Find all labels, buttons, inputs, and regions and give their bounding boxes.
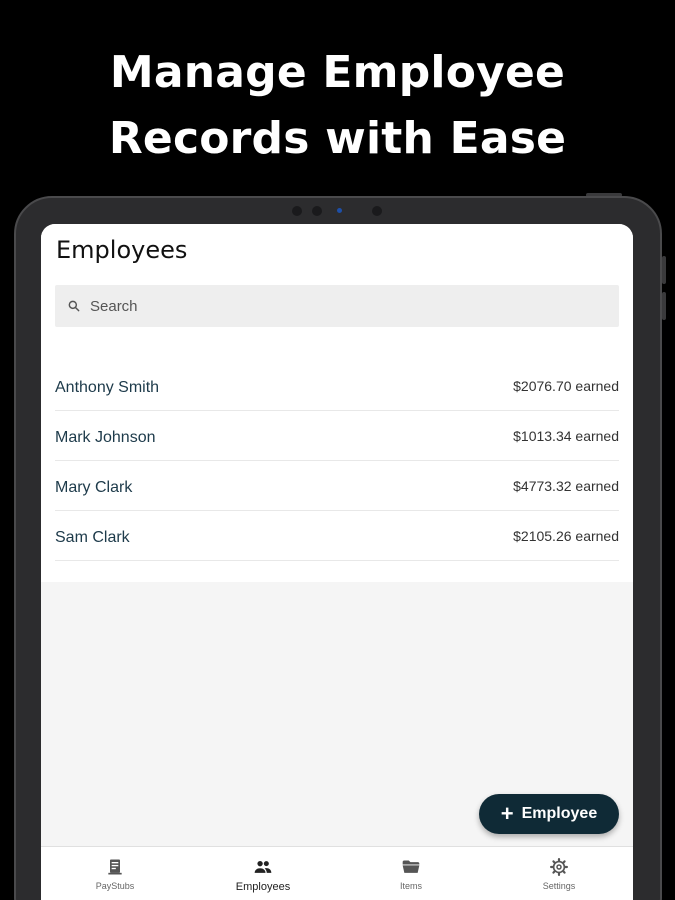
page-title: Employees <box>56 236 188 264</box>
nav-label-employees: Employees <box>235 881 291 893</box>
nav-label-settings: Settings <box>542 881 576 891</box>
bottom-navigation: PayStubs Employees Items Settings <box>41 846 633 900</box>
employee-name: Anthony Smith <box>55 378 160 396</box>
search-input[interactable]: Search <box>55 285 619 327</box>
add-employee-label: Employee <box>521 805 598 822</box>
gear-icon <box>550 858 568 876</box>
search-placeholder: Search <box>90 297 138 315</box>
camera-icon <box>292 206 302 216</box>
promo-headline: Manage Employee Records with Ease <box>0 40 675 172</box>
employee-row[interactable]: Mark Johnson $1013.34 earned <box>55 411 619 461</box>
employee-list: Anthony Smith $2076.70 earned Mark Johns… <box>55 361 619 561</box>
nav-label-paystubs: PayStubs <box>95 881 135 891</box>
plus-icon: + <box>500 801 514 826</box>
camera-indicator-icon <box>337 208 342 213</box>
folder-icon <box>402 860 420 873</box>
camera-icon <box>372 206 382 216</box>
employee-row[interactable]: Mary Clark $4773.32 earned <box>55 461 619 511</box>
employee-row[interactable]: Sam Clark $2105.26 earned <box>55 511 619 561</box>
employee-row[interactable]: Anthony Smith $2076.70 earned <box>55 361 619 411</box>
search-icon <box>68 300 80 312</box>
nav-item-settings[interactable]: Settings <box>485 847 633 900</box>
app-screen: Employees Search Anthony Smith $2076.70 … <box>41 224 633 900</box>
employee-earned: $2076.70 earned <box>513 377 619 394</box>
employee-earned: $1013.34 earned <box>513 427 619 444</box>
employee-name: Mark Johnson <box>55 428 156 446</box>
headline-line-2: Records with Ease <box>108 113 567 164</box>
add-employee-button[interactable]: + Employee <box>479 794 619 834</box>
employee-name: Sam Clark <box>55 528 130 546</box>
nav-item-employees[interactable]: Employees <box>189 847 337 900</box>
nav-item-paystubs[interactable]: PayStubs <box>41 847 189 900</box>
people-icon <box>254 861 272 873</box>
employee-earned: $2105.26 earned <box>513 527 619 544</box>
camera-icon <box>312 206 322 216</box>
employee-content: Search Anthony Smith $2076.70 earned Mar… <box>41 272 633 582</box>
employee-name: Mary Clark <box>55 478 133 496</box>
headline-line-1: Manage Employee <box>109 47 566 98</box>
nav-item-items[interactable]: Items <box>337 847 485 900</box>
nav-label-items: Items <box>399 881 422 891</box>
paystub-icon <box>108 859 122 875</box>
app-bar: Employees <box>41 224 633 272</box>
tablet-volume-down-button <box>662 292 666 320</box>
tablet-volume-up-button <box>662 256 666 284</box>
employee-earned: $4773.32 earned <box>513 477 619 494</box>
